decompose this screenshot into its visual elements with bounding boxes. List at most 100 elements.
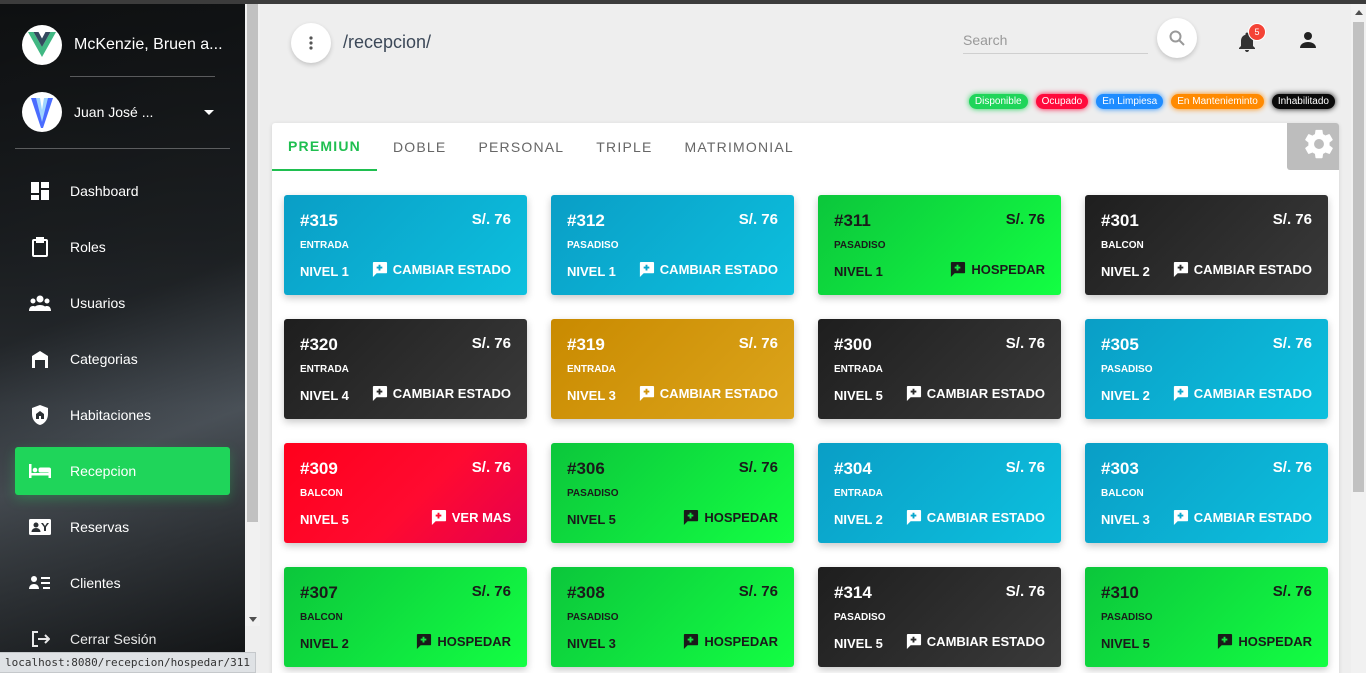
dashboard-icon [29,180,51,202]
room-action-label: CAMBIAR ESTADO [926,386,1045,401]
room-level: NIVEL 3 [1101,512,1150,527]
tab-matrimonial[interactable]: MATRIMONIAL [669,123,810,171]
chat-add-icon [1173,261,1188,278]
room-card: #319 S/. 76 ENTRADA NIVEL 3 CAMBIAR ESTADO [551,319,794,419]
room-action-label: CAMBIAR ESTADO [392,386,511,401]
room-action-button[interactable]: CAMBIAR ESTADO [638,261,778,278]
account-icon[interactable] [1296,28,1320,52]
scroll-up-arrow-icon[interactable] [1355,10,1363,15]
building-icon [29,348,51,370]
room-action-button[interactable]: CAMBIAR ESTADO [905,385,1045,402]
sidebar-item-habitaciones[interactable]: Habitaciones [15,391,230,439]
room-action-label: CAMBIAR ESTADO [392,262,511,277]
status-url: localhost:8080/recepcion/hospedar/311 [0,652,257,673]
tab-premiun[interactable]: PREMIUN [272,123,377,171]
room-price: S/. 76 [471,335,511,352]
chat-add-icon [1173,385,1188,402]
shield-home-icon [29,404,51,426]
room-number: #300 [834,335,872,354]
room-action-button[interactable]: CAMBIAR ESTADO [1172,509,1312,526]
room-action-button[interactable]: CAMBIAR ESTADO [905,509,1045,526]
room-action-label: CAMBIAR ESTADO [926,510,1045,525]
room-action-button[interactable]: CAMBIAR ESTADO [371,261,511,278]
chat-add-icon [684,509,699,526]
room-action-button[interactable]: HOSPEDAR [682,633,778,650]
room-action-label: HOSPEDAR [704,510,778,525]
room-action-button[interactable]: VER MAS [430,509,511,526]
room-card: #306 S/. 76 PASADISO NIVEL 5 HOSPEDAR [551,443,794,543]
room-level: NIVEL 5 [834,636,883,651]
sidebar-nav: Dashboard Roles Usuarios Categorias Habi… [15,167,230,671]
room-action-button[interactable]: HOSPEDAR [1216,633,1312,650]
more-vert-button[interactable] [291,23,331,63]
page-title: /recepcion/ [343,32,432,52]
room-level: NIVEL 3 [567,636,616,651]
rooms-grid: #315 S/. 76 ENTRADA NIVEL 1 CAMBIAR ESTADO #3… [284,195,1328,667]
sidebar-item-categorias[interactable]: Categorias [15,335,230,383]
tab-triple[interactable]: TRIPLE [580,123,668,171]
tab-doble[interactable]: DOBLE [377,123,462,171]
legend-chip-inhabilitado: Inhabilitado [1271,94,1335,109]
room-action-label: HOSPEDAR [437,634,511,649]
chat-add-icon [684,633,699,650]
sidebar-item-usuarios[interactable]: Usuarios [15,279,230,327]
rooms-card: PREMIUN DOBLE PERSONAL TRIPLE MATRIMONIA… [272,123,1339,673]
room-action-button[interactable]: CAMBIAR ESTADO [1172,385,1312,402]
scrollbar-thumb[interactable] [247,4,258,522]
room-action-button[interactable]: CAMBIAR ESTADO [638,385,778,402]
sidebar-item-label: Roles [70,239,106,255]
sidebar-item-recepcion[interactable]: Recepcion [15,447,230,495]
sidebar-item-dashboard[interactable]: Dashboard [15,167,230,215]
scrollbar-thumb[interactable] [1353,22,1364,492]
room-number: #319 [567,335,605,354]
brand-name: McKenzie, Bruen a... [74,36,223,53]
room-type-tabs: PREMIUN DOBLE PERSONAL TRIPLE MATRIMONIA… [272,123,810,171]
sidebar-scrollbar[interactable] [245,4,260,626]
user-menu[interactable]: Juan José ... [22,92,222,132]
room-action-button[interactable]: CAMBIAR ESTADO [1172,261,1312,278]
room-action-button[interactable]: CAMBIAR ESTADO [371,385,511,402]
page-scrollbar[interactable] [1351,4,1366,673]
sidebar-item-label: Cerrar Sesión [70,631,157,647]
room-level: NIVEL 1 [834,264,883,279]
room-action-button[interactable]: HOSPEDAR [415,633,511,650]
more-vert-icon [309,36,313,50]
sidebar-item-label: Reservas [70,519,130,535]
room-location: PASADISO [567,612,619,623]
search-input[interactable] [963,26,1148,53]
room-card: #307 S/. 76 BALCON NIVEL 2 HOSPEDAR [284,567,527,667]
tab-personal[interactable]: PERSONAL [462,123,580,171]
sidebar-item-roles[interactable]: Roles [15,223,230,271]
chat-add-icon [906,633,921,650]
room-card: #310 S/. 76 PASADISO NIVEL 5 HOSPEDAR [1085,567,1328,667]
room-action-label: CAMBIAR ESTADO [1193,510,1312,525]
room-action-button[interactable]: HOSPEDAR [949,261,1045,278]
chat-add-icon [906,385,921,402]
room-action-button[interactable]: HOSPEDAR [682,509,778,526]
room-price: S/. 76 [1005,335,1045,352]
room-card: #305 S/. 76 PASADISO NIVEL 2 CAMBIAR ESTADO [1085,319,1328,419]
bed-icon [29,460,51,482]
sidebar-item-label: Habitaciones [70,407,151,423]
room-action-label: HOSPEDAR [704,634,778,649]
room-level: NIVEL 5 [1101,636,1150,651]
room-location: PASADISO [567,240,619,251]
room-action-label: CAMBIAR ESTADO [1193,386,1312,401]
sidebar-brand[interactable]: McKenzie, Bruen a... [22,25,223,65]
room-action-button[interactable]: CAMBIAR ESTADO [905,633,1045,650]
settings-button[interactable] [1287,123,1339,170]
search-button[interactable] [1157,18,1197,58]
room-card: #309 S/. 76 BALCON NIVEL 5 VER MAS [284,443,527,543]
room-price: S/. 76 [471,459,511,476]
legend-chip-ocupado: Ocupado [1035,94,1089,109]
sidebar-item-clientes[interactable]: Clientes [15,559,230,607]
room-location: ENTRADA [834,364,883,375]
chat-add-icon [417,633,432,650]
chat-add-icon [431,509,446,526]
scroll-down-arrow-icon[interactable] [249,617,257,622]
sidebar-item-reservas[interactable]: Reservas [15,503,230,551]
people-icon [29,292,51,314]
room-card: #308 S/. 76 PASADISO NIVEL 3 HOSPEDAR [551,567,794,667]
room-action-label: HOSPEDAR [971,262,1045,277]
chat-add-icon [372,385,387,402]
